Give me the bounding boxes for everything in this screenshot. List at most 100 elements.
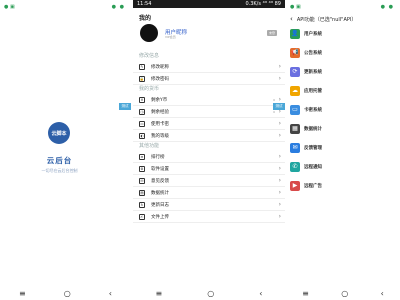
status-time: 11:54 — [137, 1, 152, 7]
row-icon: ⚙ — [139, 165, 145, 172]
section-header: 其他功能 — [139, 143, 160, 149]
chevron-right-icon: › — [278, 132, 281, 139]
api-item[interactable]: ▶ 远程广告 — [286, 176, 400, 195]
row-label: 文件上传 — [151, 214, 169, 220]
api-item[interactable]: ✉ 反馈管理 — [286, 138, 400, 157]
api-header: ‹ API功能（已选"null"API） — [286, 14, 400, 24]
side-tab[interactable]: 测试 — [119, 103, 131, 110]
ad-icon: ▶ — [290, 180, 300, 191]
page-title: 我的 — [139, 15, 152, 22]
status-right: 0.3K/s ⁴ᴳ ⁴ᴳ 89 — [245, 1, 281, 7]
splash-title: 云后台 — [46, 156, 73, 165]
update-icon: ⟳ — [290, 66, 300, 77]
api-panel: ● ▣ ● ● ‹ API功能（已选"null"API） 👤 用户系统 📢 公告… — [286, 0, 400, 300]
app-logo: 云脚本 — [48, 122, 70, 144]
menu-icon[interactable]: ≡ — [156, 289, 163, 298]
back-arrow-icon[interactable]: ‹ — [290, 15, 293, 23]
row-label: 排行榜 — [151, 154, 165, 160]
list-item[interactable]: ↻ 更新日志 › — [133, 199, 285, 211]
list-item[interactable]: ✍ 文件上传 › — [133, 211, 285, 223]
chevron-right-icon: › — [278, 96, 281, 103]
row-label: 剩余Y币 — [151, 97, 168, 103]
chevron-right-icon: › — [278, 165, 281, 172]
list-item[interactable]: ▭ 使用卡密 › — [133, 118, 285, 130]
bottom-nav: ≡ ○ ‹ — [286, 286, 400, 300]
login-tag[interactable]: 未登 — [266, 30, 277, 36]
api-item[interactable]: ✆ 远程通知 — [286, 157, 400, 176]
user-card[interactable]: 用户昵称 VIP会员 未登 — [133, 24, 285, 52]
row-label: 更新日志 — [151, 202, 169, 208]
api-item-label: 远程通知 — [304, 164, 322, 170]
row-icon: ✉ — [139, 177, 145, 184]
api-item-label: 应用托管 — [304, 88, 322, 94]
status-bar: 11:54 0.3K/s ⁴ᴳ ⁴ᴳ 89 — [133, 0, 285, 8]
row-icon: ▤ — [139, 189, 145, 196]
row-icon: ¥ — [139, 96, 145, 103]
feedback-icon: ✉ — [290, 142, 300, 153]
chevron-right-icon: › — [278, 75, 281, 82]
row-label: 修改密码 — [151, 76, 169, 82]
chevron-right-icon: › — [278, 63, 281, 70]
row-icon: ✎ — [139, 63, 145, 70]
splash-subtitle: 一切尽在云后台控制 — [41, 168, 78, 173]
api-item[interactable]: ▭ 卡密系统 — [286, 100, 400, 119]
home-icon[interactable]: ○ — [207, 289, 214, 298]
list-item[interactable]: ✎ 修改昵称 › — [133, 61, 285, 73]
list-item[interactable]: 🔒 修改密码 › — [133, 73, 285, 85]
splash-panel: ● ▣ ● ● 云脚本 云后台 一切尽在云后台控制 测试 ≡ ○ ‹ — [0, 0, 131, 300]
api-item-label: 卡密系统 — [304, 107, 322, 113]
row-label: 使用卡密 — [151, 121, 169, 127]
api-item[interactable]: 👤 用户系统 — [286, 24, 400, 43]
avatar[interactable] — [140, 24, 158, 42]
row-icon: ✍ — [139, 213, 145, 220]
api-item[interactable]: ⟳ 更新系统 — [286, 62, 400, 81]
list-item[interactable]: ¥ 剩余Y币 0 › — [133, 94, 285, 106]
row-label: 意见反馈 — [151, 178, 169, 184]
side-tab[interactable]: 测试 — [273, 103, 285, 110]
row-icon: ◷ — [139, 108, 145, 115]
api-list: 👤 用户系统 📢 公告系统 ⟳ 更新系统 ☁ 应用托管 ▭ 卡密系统 ▦ 数据统… — [286, 24, 400, 195]
back-icon[interactable]: ‹ — [381, 289, 384, 298]
list-item[interactable]: ⚙ 软件设置 › — [133, 163, 285, 175]
user-icon: 👤 — [290, 28, 300, 39]
api-item-label: 用户系统 — [304, 31, 322, 37]
remote-notice-icon: ✆ — [290, 161, 300, 172]
chevron-right-icon: › — [278, 177, 281, 184]
row-label: 数据统计 — [151, 190, 169, 196]
api-item-label: 反馈管理 — [304, 145, 322, 151]
list-item[interactable]: ≡ 排行榜 › — [133, 151, 285, 163]
api-item[interactable]: 📢 公告系统 — [286, 43, 400, 62]
chevron-right-icon: › — [278, 213, 281, 220]
back-icon[interactable]: ‹ — [259, 289, 262, 298]
api-item-label: 更新系统 — [304, 69, 322, 75]
api-title: API功能（已选"null"API） — [296, 16, 357, 23]
notice-icon: 📢 — [290, 47, 300, 58]
list-item[interactable]: ▤ 数据统计 › — [133, 187, 285, 199]
home-icon[interactable]: ○ — [64, 289, 71, 298]
list-item[interactable]: ◐ 我的等级 › — [133, 130, 285, 142]
api-item-label: 数据统计 — [304, 126, 322, 132]
user-subtitle: VIP会员 — [165, 35, 176, 39]
row-label: 剩余经验 — [151, 109, 169, 115]
api-item-label: 远程广告 — [304, 183, 322, 189]
list-item[interactable]: ◷ 剩余经验 0 › — [133, 106, 285, 118]
list-item[interactable]: ✉ 意见反馈 › — [133, 175, 285, 187]
app-host-icon: ☁ — [290, 85, 300, 96]
menu-icon[interactable]: ≡ — [19, 289, 26, 298]
api-item[interactable]: ☁ 应用托管 — [286, 81, 400, 100]
chevron-right-icon: › — [278, 153, 281, 160]
home-icon[interactable]: ○ — [341, 289, 348, 298]
profile-panel: 11:54 0.3K/s ⁴ᴳ ⁴ᴳ 89 我的 用户昵称 VIP会员 未登 修… — [133, 0, 285, 300]
back-icon[interactable]: ‹ — [109, 289, 112, 298]
row-label: 修改昵称 — [151, 64, 169, 70]
status-icons: ● ▣ — [4, 4, 15, 10]
row-value: 0 — [273, 109, 275, 114]
card-icon: ▭ — [290, 104, 300, 115]
settings-list: 修改信息 ✎ 修改昵称 › 🔒 修改密码 › 我的货币 ¥ 剩余Y币 0 › ◷ … — [133, 52, 285, 223]
section-header: 修改信息 — [139, 53, 160, 59]
api-item[interactable]: ▦ 数据统计 — [286, 119, 400, 138]
row-icon: ≡ — [139, 153, 145, 160]
menu-icon[interactable]: ≡ — [302, 289, 309, 298]
bottom-nav: ≡ ○ ‹ — [133, 286, 285, 300]
row-icon: 🔒 — [139, 75, 145, 82]
